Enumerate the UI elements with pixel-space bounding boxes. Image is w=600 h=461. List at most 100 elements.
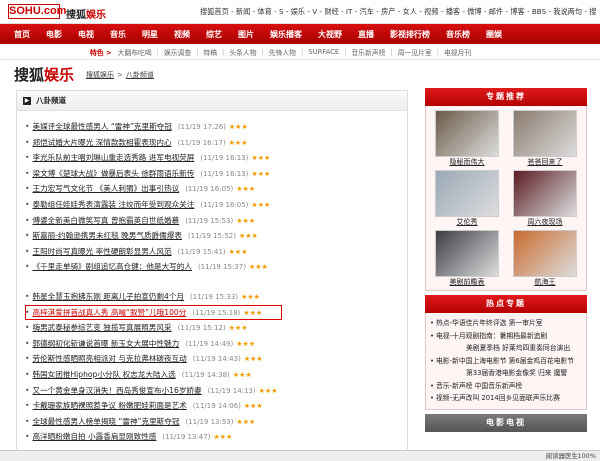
subnav-featured[interactable]: 特色 > — [90, 47, 112, 57]
zoom-level[interactable]: 100% — [577, 451, 596, 461]
topic-thumb[interactable]: 隐秘而伟大 — [430, 110, 504, 170]
subnav-item[interactable]: 音乐新声榜 — [351, 47, 385, 57]
hot-topic-text[interactable]: 电视-十月观剧指南：暑期档最新追剧 — [436, 332, 547, 340]
news-item[interactable]: • 郑恺试婚大片曝光 深情款款相霍表现内心 (11/19 16:17) ★★★ — [25, 135, 407, 151]
hot-topic-text[interactable]: 音乐-新声榜 中国音乐新声榜 — [436, 382, 522, 390]
subnav-item[interactable]: 先锋人物 — [269, 47, 296, 57]
news-title[interactable]: 卡戴珊家族晒裸照惹争议 粉嫩肥娃莉面是艺术 — [32, 401, 186, 410]
news-title[interactable]: 郭德纲初化斩谦说首曝 新玉女大展中性魅力 — [32, 339, 179, 348]
status-text[interactable]: 阅读器医生 — [546, 451, 579, 461]
nav-item-variety[interactable]: 综艺 — [206, 29, 222, 40]
news-item[interactable]: • 王力宏写气文化节 《美人刺猬》出事引热议 (11/19 16:05) ★★★ — [25, 181, 407, 197]
news-title[interactable]: 郑恺试婚大片曝光 深情款款相霍表现内心 — [32, 138, 171, 147]
hot-topic-item[interactable]: • 电视-十月观剧指南：暑期档最新追剧 — [430, 330, 582, 343]
topic-thumb-image[interactable] — [435, 230, 499, 277]
news-title[interactable]: 嗨男武泰秘参综艺变 独揽写真展照男风采 — [32, 323, 171, 332]
hot-topic-text[interactable]: 第33届香港电影金像奖 归来 魔警 — [466, 369, 567, 377]
nav-item-star[interactable]: 明星 — [142, 29, 158, 40]
subnav-item[interactable]: SURFACE — [308, 48, 339, 56]
news-title[interactable]: 韩星全慧玉抱拂东刚 距离儿子拍宣仍剩4个月 — [32, 292, 184, 301]
news-item[interactable]: • 《千里走单骑》剧组追忆高仓健：他是大写的人 (11/19 15:37) ★★★ — [25, 259, 407, 275]
hot-topic-text[interactable]: 视频-无声改叫 2014回乡见面联声乐比赛 — [436, 394, 560, 402]
news-title[interactable]: 又一个黄金单身汉消失！西岛秀俊宣布小16岁娇妻 — [32, 386, 201, 395]
topic-thumb-caption[interactable]: 航海王 — [508, 277, 582, 288]
nav-item-live[interactable]: 直播 — [358, 29, 374, 40]
news-item[interactable]: • 郭德纲初化斩谦说首曝 新玉女大展中性魅力 (11/19 14:49) ★★★ — [25, 336, 407, 352]
news-item[interactable]: • 劳伦斯性感晒照亮相派对 与克拉弗林碳夜互动 (11/19 14:43) ★★★ — [25, 351, 407, 367]
news-title[interactable]: 王力宏写气文化节 《美人刺猬》出事引热议 — [32, 184, 179, 193]
news-item[interactable]: • 又一个黄金单身汉消失！西岛秀俊宣布小16岁娇妻 (11/19 14:13) ★★★ — [25, 383, 407, 399]
hot-topic-text[interactable]: 美剧夏季档 好莱坞四重奏同台演出 — [466, 344, 570, 352]
news-item[interactable]: • 卡戴珊家族晒裸照惹争议 粉嫩肥娃莉面是艺术 (11/19 14:06) ★★★ — [25, 398, 407, 414]
nav-item-music[interactable]: 音乐 — [110, 29, 126, 40]
nav-item-pictures[interactable]: 图片 — [238, 29, 254, 40]
hot-topic-subitem[interactable]: 美剧夏季档 好莱坞四重奏同台演出 — [430, 342, 582, 355]
hot-topic-item[interactable]: • 音乐-新声榜 中国音乐新声榜 — [430, 380, 582, 393]
news-item[interactable]: • 韩国女团推Hiphop小分队 权志龙大陆入选 (11/19 14:38) ★★★ — [25, 367, 407, 383]
hot-topic-text[interactable]: 热点-华语佳片年终评选 第一审片室 — [436, 319, 543, 327]
nav-item-movie[interactable]: 电影 — [46, 29, 62, 40]
nav-item-tv[interactable]: 电视 — [78, 29, 94, 40]
nav-item-video[interactable]: 视频 — [174, 29, 190, 40]
topic-thumb-caption[interactable]: 美剧前瞻表 — [430, 277, 504, 288]
news-item[interactable]: • 高洋晒粉嫩自拍 小露香肩显刚致性感 (11/19 13:47) ★★★ — [25, 429, 407, 445]
news-item-highlighted[interactable]: • 高梓淇爱拼首战真人秀 高喊“叙赞”儿哦100分 (11/19 15:18) ★★★ — [25, 304, 282, 321]
nav-item-charts[interactable]: 影视排行榜 — [390, 29, 430, 40]
subnav-item[interactable]: 大翻布吃喝 — [118, 47, 152, 57]
news-item[interactable]: • 韩星全慧玉抱拂东刚 距离儿子拍宣仍剩4个月 (11/19 15:33) ★★★ — [25, 289, 407, 305]
news-item[interactable]: • 李光乐队前主唱刘琳山重走选秀路 进军电视荧屏 (11/19 16:13) ★★★ — [25, 150, 407, 166]
news-title[interactable]: 王阳时尚写真曝光 率性硬朗彰显男人风范 — [32, 247, 171, 256]
breadcrumb-current[interactable]: 八卦频道 — [126, 71, 154, 79]
hot-topic-item[interactable]: • 电影-新中国上海电影节 第6届金鸡百花电影节 — [430, 355, 582, 368]
news-title[interactable]: 斯嘉丽-约翰逊携男未红毯 晚男气质爵儒爆表 — [32, 231, 181, 240]
topic-thumb[interactable]: 艾伦秀 — [430, 170, 504, 230]
hot-topic-item[interactable]: • 视频-无声改叫 2014回乡见面联声乐比赛 — [430, 392, 582, 405]
news-title[interactable]: 梁文博《楚球大战》做暴后表头 徐群雨语乐新传 — [32, 169, 194, 178]
news-title[interactable]: 傅婆全新美白微笑写真 曾抱霸英自世纸婚慕 — [32, 216, 179, 225]
channel-logo[interactable]: 搜狐娱乐 — [14, 64, 74, 85]
news-item[interactable]: • 美媒评全球最性感男人 “雷神”克里斯夺冠 (11/19 17:26) ★★★ — [25, 119, 407, 135]
subnav-item[interactable]: 周一见片室 — [398, 47, 432, 57]
topic-thumb-image[interactable] — [513, 110, 577, 157]
topic-thumb[interactable]: 周六夜现场 — [508, 170, 582, 230]
news-item[interactable]: • 斯嘉丽-约翰逊携男未红毯 晚男气质爵儒爆表 (11/19 15:52) ★★★ — [25, 228, 407, 244]
news-title[interactable]: 泰勒组任娃娃秀表演露装 注绞而年受到观众关注 — [32, 200, 194, 209]
news-title[interactable]: 全球最性感男人榜单揭晓 “雷神”克里斯夺冠 — [32, 417, 179, 426]
subnav-item[interactable]: 电视月刊 — [444, 47, 471, 57]
topic-thumb[interactable]: 爸爸回来了 — [508, 110, 582, 170]
news-title[interactable]: 劳伦斯性感晒照亮相派对 与克拉弗林碳夜互动 — [32, 354, 186, 363]
topic-thumb-caption[interactable]: 爸爸回来了 — [508, 157, 582, 168]
sohu-logo[interactable]: SOHU.com — [8, 4, 66, 19]
nav-item-home[interactable]: 首页 — [14, 29, 30, 40]
nav-item-podcast[interactable]: 娱乐播客 — [270, 29, 302, 40]
news-title[interactable]: 韩国女团推Hiphop小分队 权志龙大陆入选 — [32, 370, 175, 379]
nav-item-vision[interactable]: 大视野 — [318, 29, 342, 40]
nav-item-circle[interactable]: 圈娱 — [486, 29, 502, 40]
topic-thumb[interactable]: 美剧前瞻表 — [430, 230, 504, 290]
hot-topic-text[interactable]: 电影-新中国上海电影节 第6届金鸡百花电影节 — [436, 357, 574, 365]
topic-thumb-caption[interactable]: 周六夜现场 — [508, 217, 582, 228]
breadcrumb-home[interactable]: 搜狐娱乐 — [86, 71, 114, 79]
news-title[interactable]: 美媒评全球最性感男人 “雷神”克里斯夺冠 — [32, 122, 171, 131]
nav-item-music-chart[interactable]: 音乐榜 — [446, 29, 470, 40]
hot-topic-item[interactable]: • 热点-华语佳片年终评选 第一审片室 — [430, 317, 582, 330]
topic-thumb-caption[interactable]: 艾伦秀 — [430, 217, 504, 228]
topic-thumb[interactable]: 航海王 — [508, 230, 582, 290]
topic-thumb-image[interactable] — [435, 170, 499, 217]
news-item[interactable]: • 梁文博《楚球大战》做暴后表头 徐群雨语乐新传 (11/19 16:13) ★★★ — [25, 166, 407, 182]
news-item[interactable]: • 傅婆全新美白微笑写真 曾抱霸英自世纸婚慕 (11/19 15:53) ★★★ — [25, 213, 407, 229]
subnav-item[interactable]: 头条人物 — [229, 47, 256, 57]
news-item[interactable]: • 全球最性感男人榜单揭晓 “雷神”克里斯夺冠 (11/19 13:53) ★★★ — [25, 414, 407, 430]
news-item[interactable]: • 泰勒组任娃娃秀表演露装 注绞而年受到观众关注 (11/19 16:05) ★★★ — [25, 197, 407, 213]
topic-thumb-image[interactable] — [513, 170, 577, 217]
top-links[interactable]: 搜狐首页 - 新闻 - 体育 - S - 娱乐 - V - 财经 - IT - … — [200, 7, 596, 17]
subnav-item[interactable]: 特稿 — [203, 47, 217, 57]
news-title[interactable]: 李光乐队前主唱刘琳山重走选秀路 进军电视荧屏 — [32, 153, 194, 162]
topic-thumb-image[interactable] — [435, 110, 499, 157]
news-title[interactable]: 高梓淇爱拼首战真人秀 高喊“叙赞”儿哦100分 — [32, 308, 186, 317]
subnav-item[interactable]: 娱乐调查 — [164, 47, 191, 57]
topic-thumb-caption[interactable]: 隐秘而伟大 — [430, 157, 504, 168]
news-title[interactable]: 《千里走单骑》剧组追忆高仓健：他是大写的人 — [32, 262, 191, 271]
news-item[interactable]: • 嗨男武泰秘参综艺变 独揽写真展照男风采 (11/19 15:12) ★★★ — [25, 320, 407, 336]
news-title[interactable]: 高洋晒粉嫩自拍 小露香肩显刚致性感 — [32, 432, 156, 441]
